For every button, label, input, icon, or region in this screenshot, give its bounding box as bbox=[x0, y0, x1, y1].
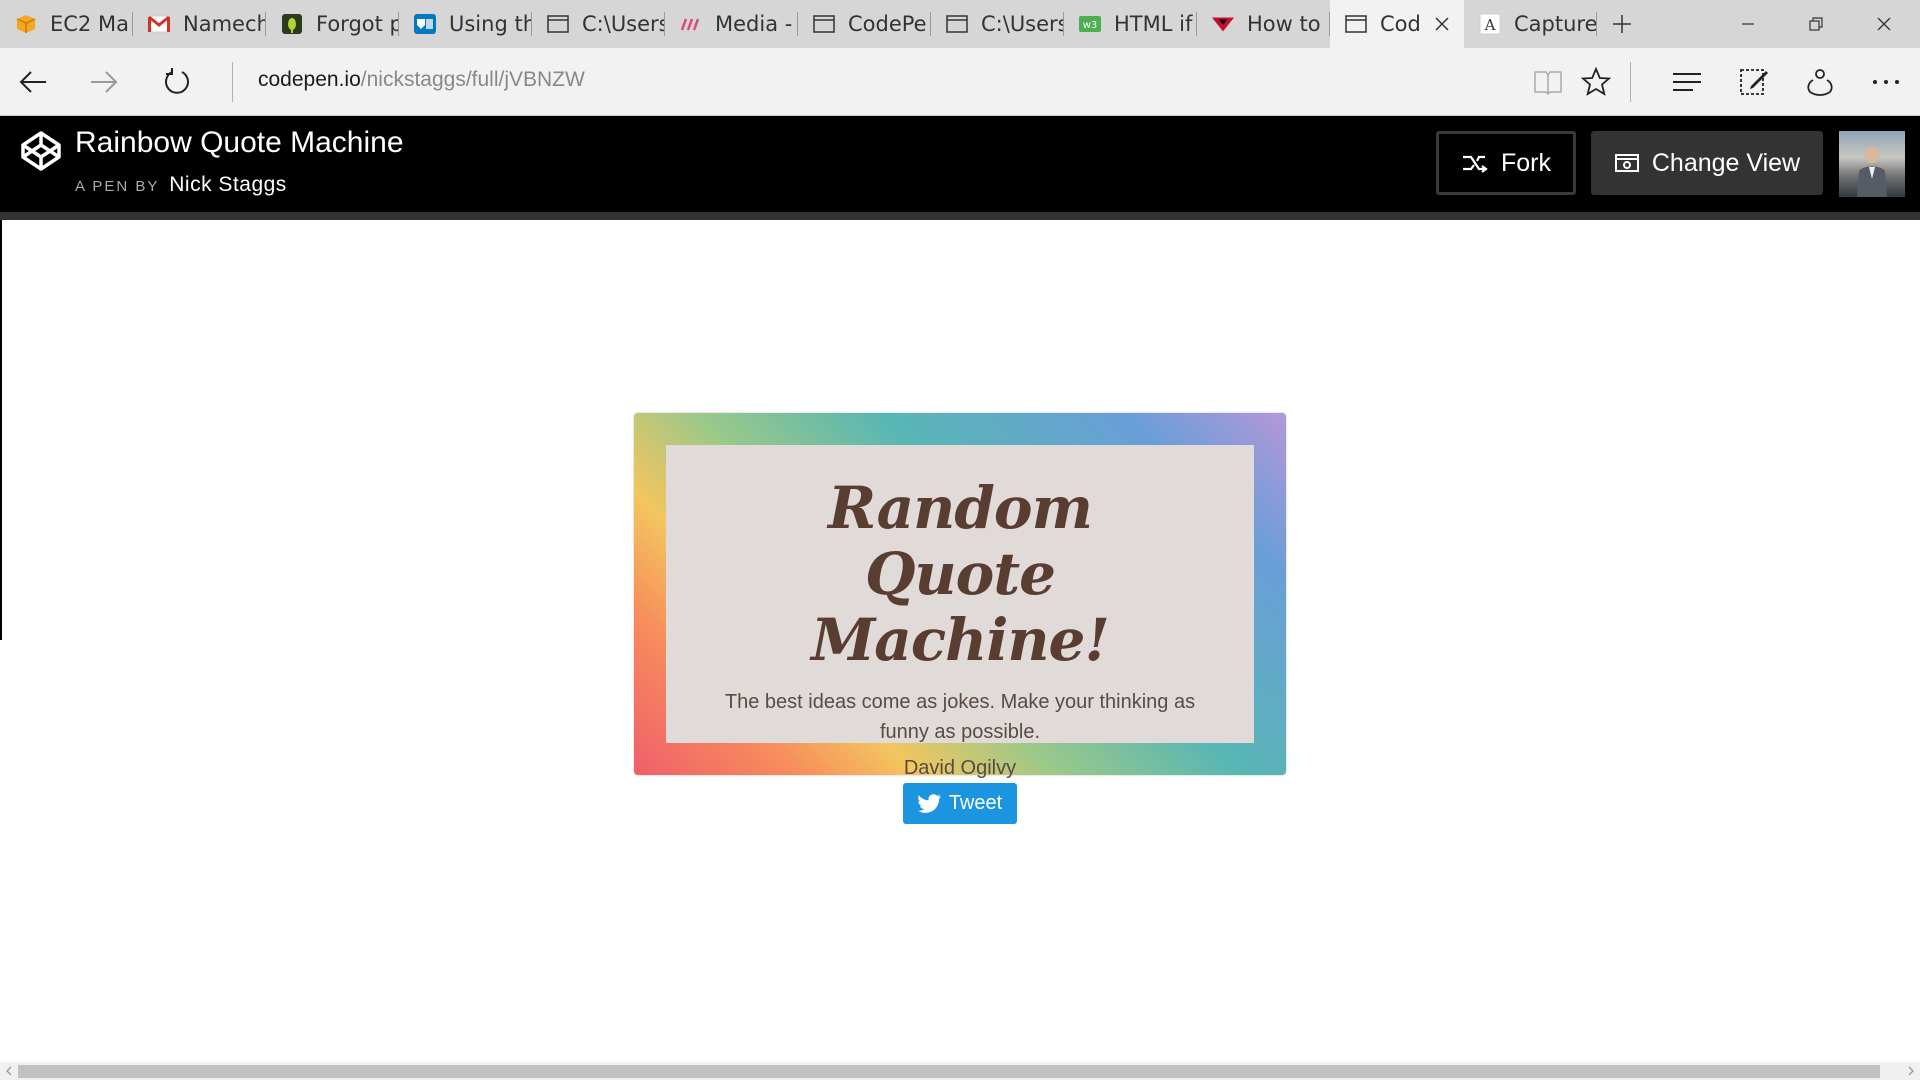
tab-label: C:\Users bbox=[582, 12, 665, 36]
plus-icon bbox=[1613, 15, 1631, 33]
web-note-button[interactable] bbox=[1730, 58, 1778, 106]
trello-icon bbox=[413, 12, 437, 36]
browser-tab-5[interactable]: Media - bbox=[665, 0, 798, 48]
fork-button[interactable]: Fork bbox=[1436, 131, 1576, 195]
close-window-button[interactable] bbox=[1850, 0, 1918, 48]
horizontal-scrollbar[interactable] bbox=[0, 1062, 1920, 1080]
book-icon bbox=[1534, 71, 1562, 96]
fork-label: Fork bbox=[1501, 148, 1551, 177]
page-left-edge bbox=[0, 220, 2, 640]
browser-tab-7[interactable]: C:\Users bbox=[931, 0, 1064, 48]
byline-prefix: A PEN BY bbox=[75, 178, 160, 195]
tab-label: Using th bbox=[449, 12, 532, 36]
font-a-icon: A bbox=[1478, 12, 1502, 36]
address-separator bbox=[232, 62, 233, 102]
minimize-icon bbox=[1742, 23, 1754, 25]
toolbar-separator bbox=[1630, 62, 1631, 102]
scroll-right-icon[interactable] bbox=[1902, 1062, 1920, 1080]
svg-text:A: A bbox=[1484, 16, 1496, 34]
change-view-button[interactable]: Change View bbox=[1591, 131, 1823, 195]
url-host: codepen.io bbox=[258, 68, 361, 91]
quote-box: Random Quote Machine! The best ideas com… bbox=[666, 445, 1254, 779]
browser-tab-9[interactable]: How to bbox=[1197, 0, 1330, 48]
tab-label: EC2 Ma bbox=[50, 12, 129, 36]
close-icon bbox=[1877, 17, 1891, 31]
tab-label: How to bbox=[1247, 12, 1321, 36]
page-icon bbox=[546, 12, 570, 36]
quote-author: David Ogilvy bbox=[903, 757, 1017, 779]
share-button[interactable] bbox=[1796, 58, 1844, 106]
refresh-button[interactable] bbox=[153, 58, 201, 106]
change-view-label: Change View bbox=[1651, 148, 1801, 177]
bug-icon bbox=[280, 12, 304, 36]
more-button[interactable] bbox=[1862, 58, 1910, 106]
tab-label: Capture bbox=[1514, 12, 1597, 36]
gmail-icon bbox=[147, 12, 171, 36]
page-icon bbox=[812, 12, 836, 36]
quote-text: The best ideas come as jokes. Make your … bbox=[724, 691, 1196, 743]
back-button[interactable] bbox=[9, 58, 57, 106]
tab-label: Media - bbox=[715, 12, 793, 36]
header-underline bbox=[0, 212, 1920, 220]
forward-button[interactable] bbox=[80, 58, 128, 106]
tab-label: Forgot p bbox=[316, 12, 399, 36]
page-icon bbox=[1344, 12, 1368, 36]
tab-strip: EC2 Ma Namech Forgot p Using th C:\Users… bbox=[0, 0, 1920, 48]
refresh-icon bbox=[165, 68, 189, 94]
codepen-header: Rainbow Quote Machine A PEN BY Nick Stag… bbox=[0, 116, 1920, 212]
codepen-logo-icon[interactable] bbox=[20, 130, 62, 172]
url-path: /nickstaggs/full/jVBNZW bbox=[360, 68, 585, 91]
browser-tab-11[interactable]: A Capture bbox=[1464, 0, 1597, 48]
tab-label: CodePe bbox=[848, 12, 927, 36]
tab-label: Namech bbox=[183, 12, 266, 36]
favorite-button[interactable] bbox=[1572, 58, 1620, 106]
quote-heading: Random Quote Machine! bbox=[811, 474, 1110, 674]
minimize-button[interactable] bbox=[1714, 0, 1782, 48]
arrow-left-icon bbox=[19, 71, 46, 93]
hub-button[interactable] bbox=[1663, 58, 1711, 106]
pen-byline: A PEN BY Nick Staggs bbox=[75, 173, 287, 197]
pen-title: Rainbow Quote Machine bbox=[75, 126, 404, 159]
tab-label: C:\Users bbox=[981, 12, 1064, 36]
red-logo-icon bbox=[1211, 12, 1235, 36]
close-tab-icon[interactable] bbox=[1430, 12, 1454, 36]
share-icon bbox=[1807, 69, 1833, 96]
browser-tab-2[interactable]: Forgot p bbox=[266, 0, 399, 48]
view-window-icon bbox=[1614, 152, 1640, 174]
medium-icon bbox=[679, 12, 703, 36]
tab-label: Cod bbox=[1380, 12, 1421, 36]
fork-icon bbox=[1461, 152, 1489, 174]
new-tab-button[interactable] bbox=[1597, 0, 1647, 48]
more-dots-icon bbox=[1873, 80, 1899, 84]
browser-tab-3[interactable]: Using th bbox=[399, 0, 532, 48]
svg-text:w3: w3 bbox=[1083, 20, 1098, 31]
quote-rainbow-frame: Random Quote Machine! The best ideas com… bbox=[634, 413, 1286, 779]
arrow-right-icon bbox=[91, 71, 118, 93]
browser-tab-0[interactable]: EC2 Ma bbox=[0, 0, 133, 48]
scroll-left-icon[interactable] bbox=[0, 1062, 18, 1080]
tweet-label: Tweet bbox=[948, 792, 1003, 814]
restore-icon bbox=[1809, 17, 1823, 31]
w3schools-icon: w3 bbox=[1078, 12, 1102, 36]
browser-tab-6[interactable]: CodePe bbox=[798, 0, 931, 48]
hub-icon bbox=[1673, 73, 1701, 91]
pen-note-icon bbox=[1740, 69, 1768, 95]
page-icon bbox=[945, 12, 969, 36]
scrollbar-thumb[interactable] bbox=[18, 1065, 1880, 1078]
navigation-bar: codepen.io/nickstaggs/full/jVBNZW bbox=[0, 48, 1920, 116]
restore-button[interactable] bbox=[1782, 0, 1850, 48]
reading-view-button[interactable] bbox=[1524, 58, 1572, 106]
aws-box-icon bbox=[14, 12, 38, 36]
browser-tab-8[interactable]: w3 HTML if bbox=[1064, 0, 1197, 48]
user-avatar[interactable] bbox=[1839, 131, 1905, 197]
address-bar[interactable]: codepen.io/nickstaggs/full/jVBNZW bbox=[258, 68, 585, 92]
browser-tab-1[interactable]: Namech bbox=[133, 0, 266, 48]
browser-tab-10[interactable]: Cod bbox=[1330, 0, 1464, 48]
twitter-bird-icon bbox=[918, 793, 942, 814]
star-icon bbox=[1581, 67, 1611, 96]
author-link[interactable]: Nick Staggs bbox=[169, 173, 287, 196]
browser-tab-4[interactable]: C:\Users bbox=[532, 0, 665, 48]
tweet-button[interactable]: Tweet bbox=[903, 783, 1017, 824]
tab-label: HTML if bbox=[1114, 12, 1193, 36]
